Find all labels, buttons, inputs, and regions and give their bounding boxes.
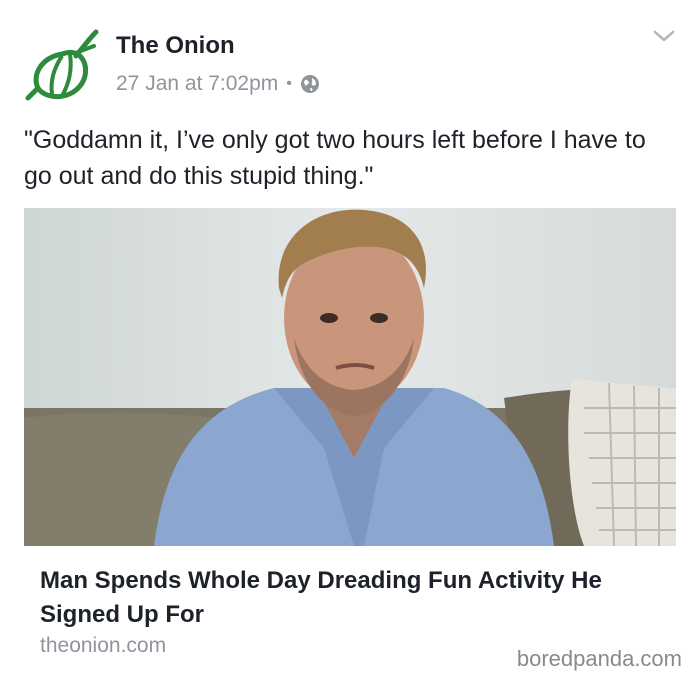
link-domain: theonion.com <box>40 634 167 657</box>
globe-icon <box>300 74 320 94</box>
man-on-couch-photo <box>24 208 676 546</box>
meta-separator: • <box>286 75 292 92</box>
onion-logo-icon <box>25 29 99 101</box>
post-meta: 27 Jan at 7:02pm • <box>116 72 320 96</box>
chevron-down-icon[interactable] <box>652 28 676 44</box>
link-preview-image[interactable] <box>24 208 676 546</box>
onion-logo-avatar[interactable] <box>24 24 100 102</box>
post-header: The Onion 27 Jan at 7:02pm • <box>24 24 676 104</box>
post-timestamp[interactable]: 27 Jan at 7:02pm <box>116 72 278 96</box>
post-caption: "Goddamn it, I’ve only got two hours lef… <box>24 126 646 190</box>
link-title[interactable]: Man Spends Whole Day Dreading Fun Activi… <box>40 564 660 632</box>
page-name-link[interactable]: The Onion <box>116 32 235 60</box>
facebook-post: The Onion 27 Jan at 7:02pm • "Goddamn it… <box>0 0 700 680</box>
watermark-text: boredpanda.com <box>516 646 682 671</box>
